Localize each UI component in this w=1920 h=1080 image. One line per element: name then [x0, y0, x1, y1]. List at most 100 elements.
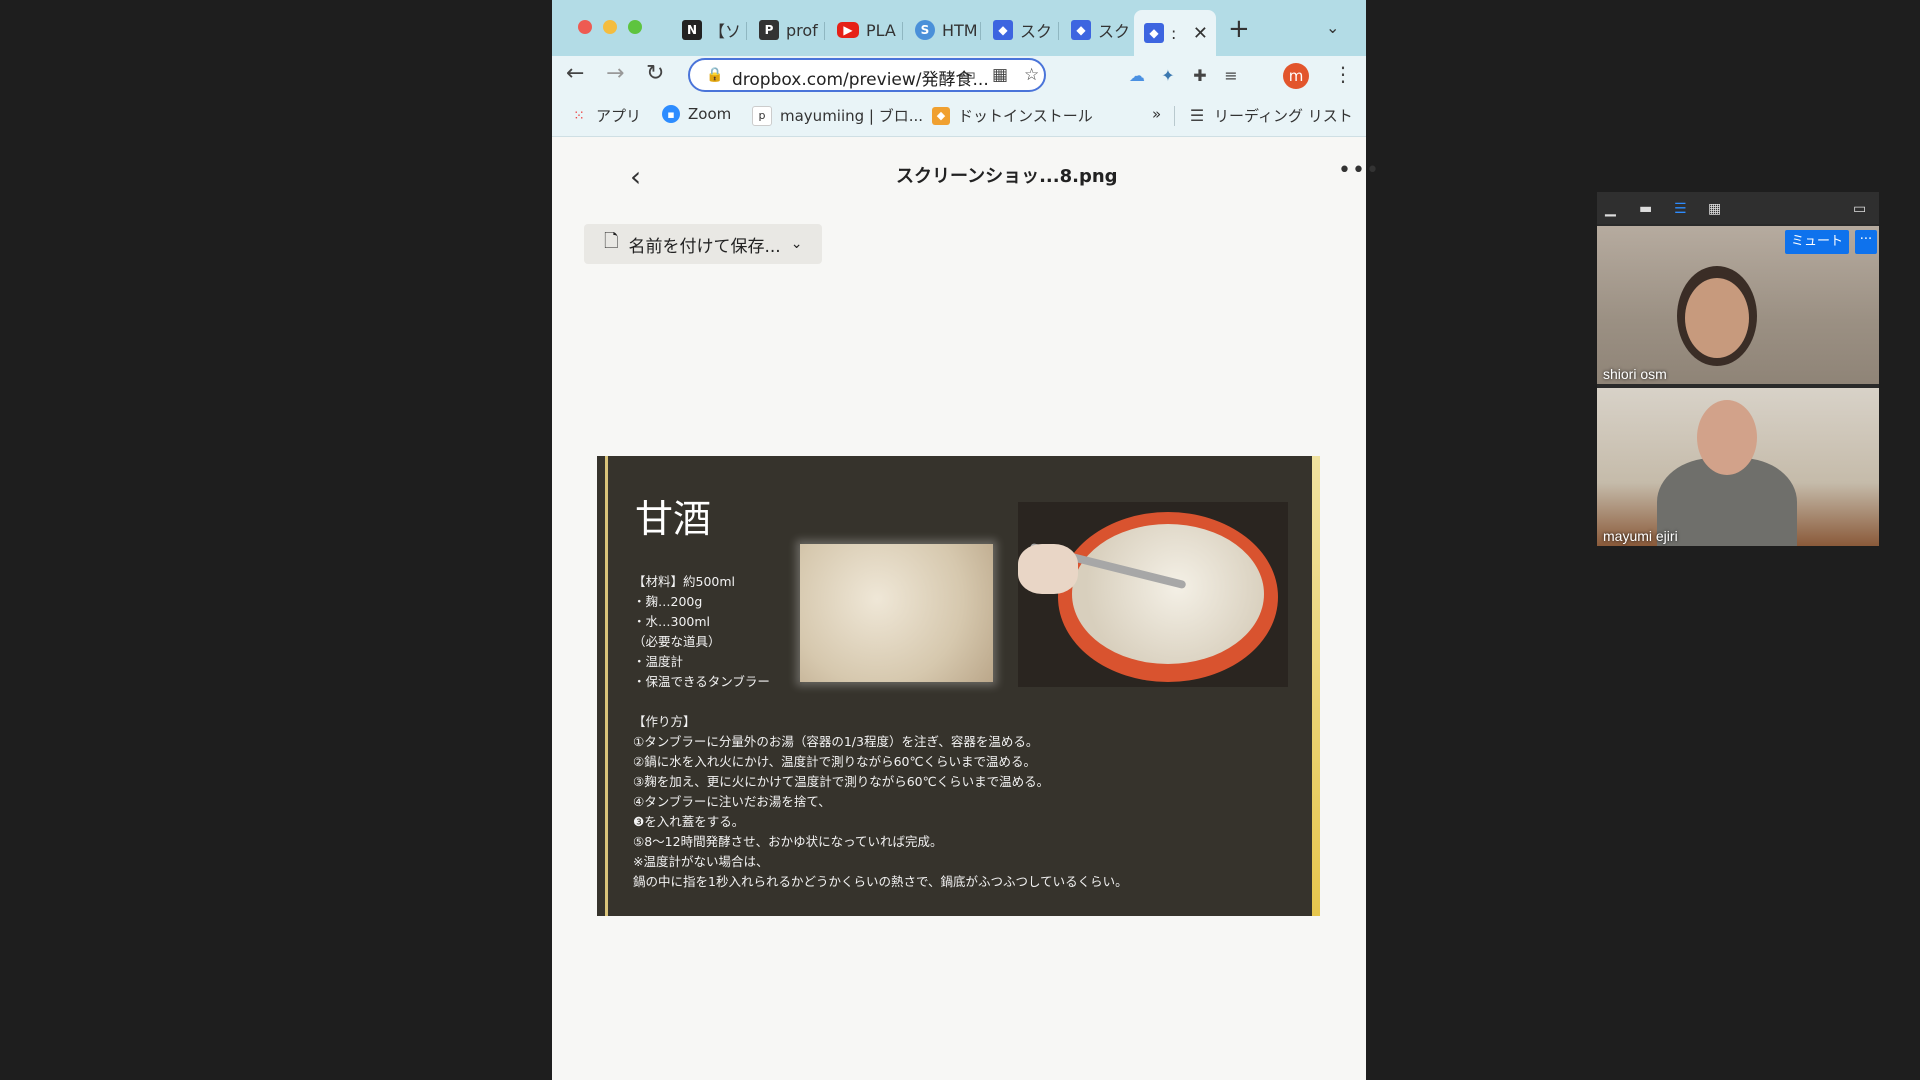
dropbox-icon: ◆: [993, 20, 1013, 40]
preview-image: 甘酒 【材料】約500ml ・麹…200g ・水…300ml （必要な道具） ・…: [597, 456, 1320, 916]
tab-title: 【ソ: [709, 22, 742, 41]
dotinstall-icon: ◆: [932, 106, 950, 125]
bookmark-mayumiing[interactable]: p mayumiing | ブロ...: [752, 105, 923, 126]
ingredient-line: ・保温できるタンブラー: [633, 674, 770, 689]
bookmark-dotinstall[interactable]: ◆ ドットインストール: [932, 105, 1093, 126]
reading-list-icon: ☰: [1189, 106, 1205, 125]
p-icon: P: [759, 20, 779, 40]
method-step: ❸を入れ蓋をする。: [633, 814, 745, 829]
save-as-button[interactable]: 🗋 名前を付けて保存... ⌄: [584, 224, 822, 264]
tab-title: スク: [1098, 22, 1131, 41]
apps-grid-icon: ⁙: [573, 107, 585, 124]
reading-list-label: リーディング リスト: [1214, 107, 1353, 125]
more-options-icon[interactable]: •••: [1338, 158, 1380, 183]
media-queue-icon[interactable]: ≡: [1220, 64, 1242, 86]
method-step: ※温度計がない場合は、: [633, 854, 769, 869]
tab-title: :: [1171, 23, 1177, 43]
participant-name: mayumi ejiri: [1603, 528, 1678, 544]
file-add-icon: 🗋: [604, 231, 619, 252]
profile-avatar[interactable]: m: [1283, 63, 1309, 89]
method-step: ①タンブラーに分量外のお湯（容器の1/3程度）を注ぎ、容器を温める。: [633, 734, 1039, 749]
qr-code-icon[interactable]: ▦: [992, 65, 1008, 85]
close-tab-icon[interactable]: ✕: [1193, 23, 1208, 44]
zoom-icon: ▪: [662, 105, 680, 123]
close-window-button[interactable]: [578, 20, 592, 34]
dropbox-icon: ◆: [1071, 20, 1091, 40]
bookmark-label: Zoom: [688, 105, 732, 123]
tab-divider: [824, 22, 825, 40]
new-tab-button[interactable]: +: [1228, 14, 1250, 44]
bookmark-star-icon[interactable]: ☆: [1024, 65, 1039, 85]
participant-name: shiori osm: [1603, 366, 1667, 382]
method-header: 【作り方】: [633, 714, 696, 729]
back-arrow-icon[interactable]: ←: [566, 61, 584, 86]
bookmark-label: ドットインストール: [958, 107, 1093, 125]
participant-video[interactable]: ミュート ··· shiori osm: [1597, 226, 1879, 384]
profile-initial: m: [1288, 67, 1304, 85]
strip-view-icon[interactable]: ☰: [1674, 201, 1687, 217]
ingredient-line: ・麹…200g: [633, 594, 703, 609]
tab-3[interactable]: ▶ PLA: [827, 13, 899, 47]
koji-rice-photo: [800, 544, 993, 682]
tab-active[interactable]: ◆ : ✕: [1134, 10, 1216, 56]
back-chevron-icon[interactable]: ‹: [630, 160, 641, 193]
tab-divider: [1058, 22, 1059, 40]
tab-title: PLA: [866, 20, 896, 40]
tab-4[interactable]: S HTM: [905, 13, 977, 47]
cloud-extension-icon[interactable]: ☁: [1126, 64, 1148, 86]
method-step: 鍋の中に指を1秒入れられるかどうかくらいの熱さで、鍋底がふつふつしているくらい。: [633, 874, 1128, 889]
forward-arrow-icon[interactable]: →: [606, 61, 624, 86]
slide-accent-bar: [1312, 456, 1320, 916]
tab-6[interactable]: ◆ スク: [1061, 13, 1133, 47]
mute-button[interactable]: ミュート: [1785, 230, 1850, 254]
save-as-label: 名前を付けて保存...: [628, 236, 781, 257]
maximize-window-button[interactable]: [628, 20, 642, 34]
minimize-window-button[interactable]: [603, 20, 617, 34]
browser-toolbar: ← → ↻ 🔒 dropbox.com/preview/発酵食... ▭ ▦ ☆…: [552, 56, 1366, 96]
exit-float-icon[interactable]: ▭: [1853, 201, 1866, 217]
method-step: ④タンブラーに注いだお湯を捨て、: [633, 794, 831, 809]
slide-accent-line: [605, 456, 608, 916]
speaker-view-icon[interactable]: ▬: [1639, 201, 1652, 217]
ingredient-line: （必要な道具）: [633, 634, 721, 649]
method-step: ⑤8〜12時間発酵させ、おかゆ状になっていれば完成。: [633, 834, 943, 849]
bookmark-apps[interactable]: ⁙ アプリ: [570, 105, 641, 126]
bookmarks-overflow[interactable]: »: [1152, 105, 1161, 123]
extensions-puzzle-icon[interactable]: ✚: [1189, 64, 1211, 86]
tab-title: prof: [786, 20, 818, 40]
bookmarks-bar: ⁙ アプリ ▪ Zoom p mayumiing | ブロ... ◆ ドットイン…: [552, 96, 1366, 137]
participant-video[interactable]: mayumi ejiri: [1597, 388, 1879, 546]
participant-face: [1685, 278, 1749, 358]
python-extension-icon[interactable]: ✦: [1157, 64, 1179, 86]
bookmark-zoom[interactable]: ▪ Zoom: [662, 105, 731, 123]
chevron-down-icon: ⌄: [790, 236, 803, 252]
browser-menu-icon[interactable]: ⋮: [1333, 62, 1353, 86]
gallery-view-icon[interactable]: ▦: [1708, 201, 1721, 217]
tab-title: スク: [1020, 22, 1053, 41]
more-button[interactable]: ···: [1855, 230, 1877, 254]
html-icon: S: [915, 20, 935, 40]
address-bar[interactable]: 🔒 dropbox.com/preview/発酵食... ▭ ▦ ☆: [688, 58, 1046, 92]
dropbox-icon: ◆: [1144, 23, 1164, 43]
tab-2[interactable]: P prof: [749, 13, 821, 47]
ingredient-line: ・水…300ml: [633, 614, 711, 629]
participant-face: [1697, 400, 1757, 475]
bookmark-label: アプリ: [596, 107, 642, 125]
tab-title: HTM: [942, 20, 977, 40]
method-step: ③麹を加え、更に火にかけて温度計で測りながら60℃くらいまで温める。: [633, 774, 1050, 789]
ingredient-line: ・温度計: [633, 654, 684, 669]
reload-icon[interactable]: ↻: [646, 61, 664, 86]
tab-1[interactable]: N 【ソ: [672, 13, 744, 47]
youtube-icon: ▶: [837, 22, 859, 38]
note-icon: p: [752, 105, 772, 126]
slide-title: 甘酒: [635, 497, 712, 541]
amazake-pot-photo: [1018, 502, 1288, 687]
tab-divider: [746, 22, 747, 40]
bookmarks-divider: [1174, 106, 1175, 126]
reading-list-button[interactable]: ☰ リーディング リスト: [1188, 105, 1353, 126]
tab-search-chevron-icon[interactable]: ⌄: [1326, 18, 1339, 37]
minimize-icon[interactable]: ▁: [1605, 201, 1616, 217]
cast-icon[interactable]: ▭: [960, 65, 976, 85]
tab-strip: N 【ソ P prof ▶ PLA S HTM ◆ スク ◆ スク ◆ : ✕ …: [552, 0, 1366, 56]
tab-5[interactable]: ◆ スク: [983, 13, 1055, 47]
